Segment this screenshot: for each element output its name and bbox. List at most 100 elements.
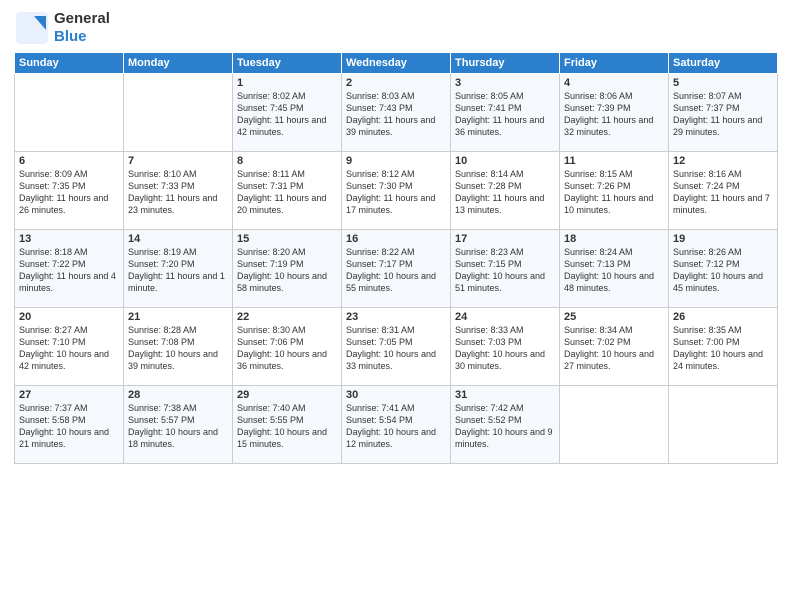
calendar-cell: 24Sunrise: 8:33 AMSunset: 7:03 PMDayligh… <box>451 308 560 386</box>
calendar-cell: 30Sunrise: 7:41 AMSunset: 5:54 PMDayligh… <box>342 386 451 464</box>
cell-content: Sunrise: 8:34 AMSunset: 7:02 PMDaylight:… <box>564 324 664 373</box>
day-number: 1 <box>237 77 337 89</box>
week-row-1: 1Sunrise: 8:02 AMSunset: 7:45 PMDaylight… <box>15 74 778 152</box>
calendar-cell: 25Sunrise: 8:34 AMSunset: 7:02 PMDayligh… <box>560 308 669 386</box>
day-number: 21 <box>128 311 228 323</box>
day-number: 24 <box>455 311 555 323</box>
calendar-cell: 4Sunrise: 8:06 AMSunset: 7:39 PMDaylight… <box>560 74 669 152</box>
day-number: 5 <box>673 77 773 89</box>
day-number: 3 <box>455 77 555 89</box>
calendar-cell: 20Sunrise: 8:27 AMSunset: 7:10 PMDayligh… <box>15 308 124 386</box>
cell-content: Sunrise: 8:18 AMSunset: 7:22 PMDaylight:… <box>19 246 119 295</box>
cell-content: Sunrise: 8:31 AMSunset: 7:05 PMDaylight:… <box>346 324 446 373</box>
day-number: 14 <box>128 233 228 245</box>
calendar-cell: 27Sunrise: 7:37 AMSunset: 5:58 PMDayligh… <box>15 386 124 464</box>
day-number: 29 <box>237 389 337 401</box>
calendar-cell: 8Sunrise: 8:11 AMSunset: 7:31 PMDaylight… <box>233 152 342 230</box>
calendar-cell: 6Sunrise: 8:09 AMSunset: 7:35 PMDaylight… <box>15 152 124 230</box>
cell-content: Sunrise: 8:27 AMSunset: 7:10 PMDaylight:… <box>19 324 119 373</box>
header-day-tuesday: Tuesday <box>233 53 342 74</box>
calendar-cell: 13Sunrise: 8:18 AMSunset: 7:22 PMDayligh… <box>15 230 124 308</box>
cell-content: Sunrise: 8:33 AMSunset: 7:03 PMDaylight:… <box>455 324 555 373</box>
calendar-cell: 21Sunrise: 8:28 AMSunset: 7:08 PMDayligh… <box>124 308 233 386</box>
cell-content: Sunrise: 8:23 AMSunset: 7:15 PMDaylight:… <box>455 246 555 295</box>
cell-content: Sunrise: 7:37 AMSunset: 5:58 PMDaylight:… <box>19 402 119 451</box>
day-number: 7 <box>128 155 228 167</box>
calendar-cell: 14Sunrise: 8:19 AMSunset: 7:20 PMDayligh… <box>124 230 233 308</box>
header-day-monday: Monday <box>124 53 233 74</box>
day-number: 28 <box>128 389 228 401</box>
day-number: 6 <box>19 155 119 167</box>
week-row-2: 6Sunrise: 8:09 AMSunset: 7:35 PMDaylight… <box>15 152 778 230</box>
cell-content: Sunrise: 8:11 AMSunset: 7:31 PMDaylight:… <box>237 168 337 217</box>
day-number: 13 <box>19 233 119 245</box>
calendar-cell <box>15 74 124 152</box>
calendar-cell: 19Sunrise: 8:26 AMSunset: 7:12 PMDayligh… <box>669 230 778 308</box>
cell-content: Sunrise: 8:16 AMSunset: 7:24 PMDaylight:… <box>673 168 773 217</box>
calendar-cell: 11Sunrise: 8:15 AMSunset: 7:26 PMDayligh… <box>560 152 669 230</box>
calendar-cell: 2Sunrise: 8:03 AMSunset: 7:43 PMDaylight… <box>342 74 451 152</box>
day-number: 15 <box>237 233 337 245</box>
cell-content: Sunrise: 8:12 AMSunset: 7:30 PMDaylight:… <box>346 168 446 217</box>
calendar-header-row: SundayMondayTuesdayWednesdayThursdayFrid… <box>15 53 778 74</box>
day-number: 17 <box>455 233 555 245</box>
cell-content: Sunrise: 8:26 AMSunset: 7:12 PMDaylight:… <box>673 246 773 295</box>
day-number: 11 <box>564 155 664 167</box>
cell-content: Sunrise: 8:09 AMSunset: 7:35 PMDaylight:… <box>19 168 119 217</box>
logo: General Blue <box>14 10 110 46</box>
calendar-cell: 26Sunrise: 8:35 AMSunset: 7:00 PMDayligh… <box>669 308 778 386</box>
cell-content: Sunrise: 8:20 AMSunset: 7:19 PMDaylight:… <box>237 246 337 295</box>
calendar-cell: 7Sunrise: 8:10 AMSunset: 7:33 PMDaylight… <box>124 152 233 230</box>
calendar-body: 1Sunrise: 8:02 AMSunset: 7:45 PMDaylight… <box>15 74 778 464</box>
day-number: 20 <box>19 311 119 323</box>
cell-content: Sunrise: 8:22 AMSunset: 7:17 PMDaylight:… <box>346 246 446 295</box>
day-number: 31 <box>455 389 555 401</box>
day-number: 4 <box>564 77 664 89</box>
day-number: 26 <box>673 311 773 323</box>
cell-content: Sunrise: 8:02 AMSunset: 7:45 PMDaylight:… <box>237 90 337 139</box>
cell-content: Sunrise: 8:06 AMSunset: 7:39 PMDaylight:… <box>564 90 664 139</box>
calendar-cell <box>124 74 233 152</box>
day-number: 22 <box>237 311 337 323</box>
cell-content: Sunrise: 8:19 AMSunset: 7:20 PMDaylight:… <box>128 246 228 295</box>
cell-content: Sunrise: 8:05 AMSunset: 7:41 PMDaylight:… <box>455 90 555 139</box>
calendar-cell: 12Sunrise: 8:16 AMSunset: 7:24 PMDayligh… <box>669 152 778 230</box>
cell-content: Sunrise: 8:03 AMSunset: 7:43 PMDaylight:… <box>346 90 446 139</box>
cell-content: Sunrise: 8:14 AMSunset: 7:28 PMDaylight:… <box>455 168 555 217</box>
calendar-cell: 22Sunrise: 8:30 AMSunset: 7:06 PMDayligh… <box>233 308 342 386</box>
week-row-3: 13Sunrise: 8:18 AMSunset: 7:22 PMDayligh… <box>15 230 778 308</box>
day-number: 2 <box>346 77 446 89</box>
day-number: 23 <box>346 311 446 323</box>
calendar-cell: 3Sunrise: 8:05 AMSunset: 7:41 PMDaylight… <box>451 74 560 152</box>
header: General Blue <box>14 10 778 46</box>
calendar-cell: 18Sunrise: 8:24 AMSunset: 7:13 PMDayligh… <box>560 230 669 308</box>
calendar-cell <box>560 386 669 464</box>
day-number: 8 <box>237 155 337 167</box>
page: General Blue SundayMondayTuesdayWednesda… <box>0 0 792 612</box>
header-day-wednesday: Wednesday <box>342 53 451 74</box>
calendar-cell: 23Sunrise: 8:31 AMSunset: 7:05 PMDayligh… <box>342 308 451 386</box>
calendar-cell: 1Sunrise: 8:02 AMSunset: 7:45 PMDaylight… <box>233 74 342 152</box>
header-day-sunday: Sunday <box>15 53 124 74</box>
logo-icon <box>14 10 50 46</box>
calendar-cell <box>669 386 778 464</box>
day-number: 27 <box>19 389 119 401</box>
day-number: 30 <box>346 389 446 401</box>
cell-content: Sunrise: 7:41 AMSunset: 5:54 PMDaylight:… <box>346 402 446 451</box>
cell-content: Sunrise: 8:35 AMSunset: 7:00 PMDaylight:… <box>673 324 773 373</box>
day-number: 12 <box>673 155 773 167</box>
calendar-cell: 28Sunrise: 7:38 AMSunset: 5:57 PMDayligh… <box>124 386 233 464</box>
cell-content: Sunrise: 7:38 AMSunset: 5:57 PMDaylight:… <box>128 402 228 451</box>
day-number: 9 <box>346 155 446 167</box>
day-number: 18 <box>564 233 664 245</box>
week-row-5: 27Sunrise: 7:37 AMSunset: 5:58 PMDayligh… <box>15 386 778 464</box>
calendar-cell: 9Sunrise: 8:12 AMSunset: 7:30 PMDaylight… <box>342 152 451 230</box>
header-day-friday: Friday <box>560 53 669 74</box>
calendar-cell: 10Sunrise: 8:14 AMSunset: 7:28 PMDayligh… <box>451 152 560 230</box>
cell-content: Sunrise: 7:42 AMSunset: 5:52 PMDaylight:… <box>455 402 555 451</box>
day-number: 19 <box>673 233 773 245</box>
week-row-4: 20Sunrise: 8:27 AMSunset: 7:10 PMDayligh… <box>15 308 778 386</box>
cell-content: Sunrise: 8:28 AMSunset: 7:08 PMDaylight:… <box>128 324 228 373</box>
cell-content: Sunrise: 8:15 AMSunset: 7:26 PMDaylight:… <box>564 168 664 217</box>
day-number: 10 <box>455 155 555 167</box>
